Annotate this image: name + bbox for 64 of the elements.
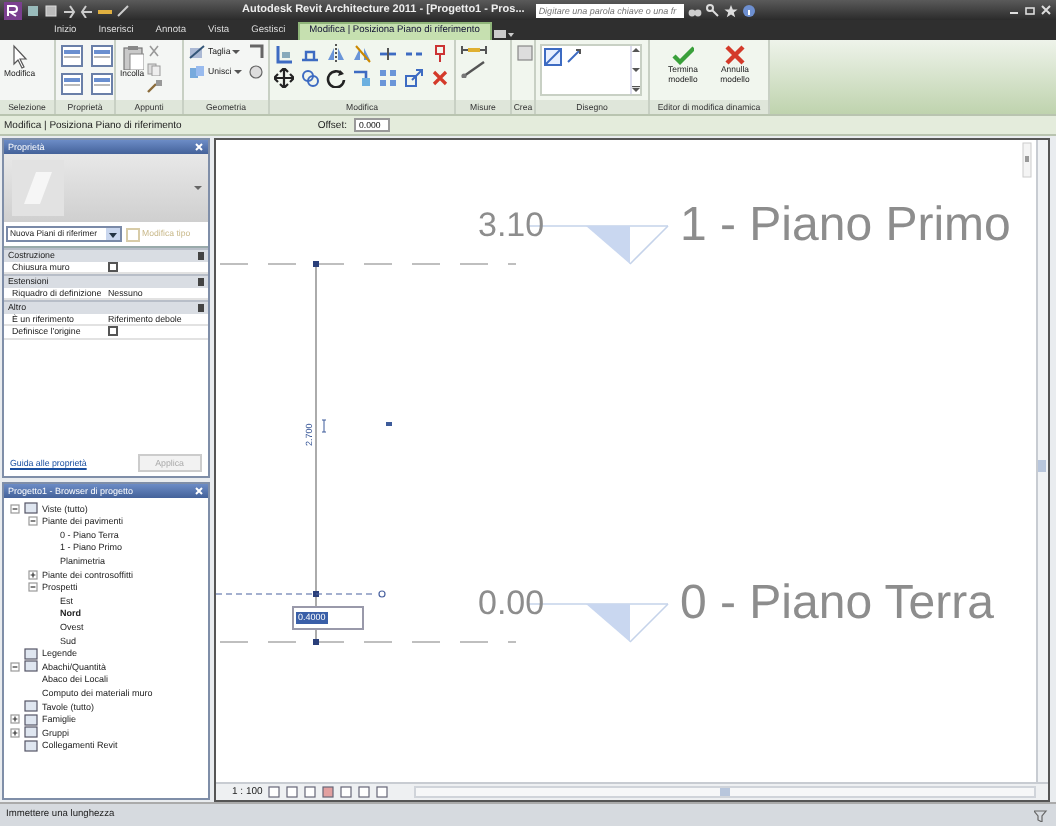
folder-icon <box>24 502 38 515</box>
brush-icon[interactable] <box>146 80 163 94</box>
cut-icon[interactable] <box>146 44 163 58</box>
navigation-bar-icon[interactable] <box>1022 142 1032 178</box>
caret-icon[interactable] <box>233 68 242 76</box>
help-icon[interactable] <box>742 3 757 17</box>
filter-icon[interactable] <box>1034 809 1050 821</box>
scroll-thumb[interactable] <box>1038 460 1046 472</box>
pick-lines-icon[interactable] <box>566 48 582 64</box>
scale-icon[interactable] <box>404 68 424 88</box>
expand-toggle[interactable] <box>28 569 38 580</box>
properties-icon[interactable] <box>60 44 84 68</box>
split-icon[interactable] <box>378 44 398 64</box>
pin-icon[interactable] <box>430 44 450 64</box>
properties-icon <box>126 227 140 241</box>
line-icon[interactable] <box>116 3 130 17</box>
dimension-icon[interactable] <box>460 44 488 56</box>
expand-toggle[interactable] <box>10 503 20 514</box>
expand-toggle[interactable] <box>10 714 20 725</box>
scroll-down-icon[interactable] <box>632 66 640 74</box>
more-icon[interactable] <box>632 86 640 94</box>
type-properties-icon[interactable] <box>90 44 114 68</box>
undo-icon[interactable] <box>80 3 94 17</box>
line-draw-icon[interactable] <box>544 48 562 66</box>
expand-toggle[interactable] <box>28 516 38 527</box>
save-icon[interactable] <box>44 3 58 17</box>
caret-icon[interactable] <box>232 48 241 56</box>
mirror-icon[interactable] <box>326 44 346 64</box>
clipboard-icon[interactable] <box>120 44 145 70</box>
delete-icon[interactable] <box>430 68 450 88</box>
move-icon[interactable] <box>274 68 294 88</box>
panel-toggle-icon[interactable] <box>493 28 514 40</box>
checkbox[interactable] <box>108 326 118 337</box>
drag-handle[interactable] <box>378 590 386 598</box>
checkbox[interactable] <box>108 261 118 272</box>
selection-icon[interactable] <box>60 72 84 96</box>
dropdown-icon[interactable] <box>106 228 120 240</box>
open-icon[interactable] <box>26 3 40 17</box>
scrollbar[interactable] <box>414 786 1036 798</box>
copy-icon[interactable] <box>300 68 320 88</box>
expand-toggle[interactable] <box>10 661 20 672</box>
cursor-icon[interactable] <box>7 44 32 70</box>
rotate-icon[interactable] <box>326 68 346 88</box>
scroll-icon[interactable] <box>194 184 202 192</box>
measure-icon[interactable] <box>460 60 488 78</box>
trim-icon[interactable] <box>352 68 372 88</box>
cut-geometry-icon[interactable] <box>188 44 206 60</box>
restore-icon[interactable] <box>1024 4 1036 16</box>
scroll-thumb[interactable] <box>720 788 731 796</box>
family-icon[interactable] <box>90 72 114 96</box>
expand-toggle[interactable] <box>28 582 38 593</box>
dimension-toggle[interactable] <box>321 419 327 433</box>
align-icon[interactable] <box>274 44 294 64</box>
cross-icon[interactable] <box>724 44 746 66</box>
check-icon[interactable] <box>672 44 694 66</box>
app-logo[interactable] <box>4 1 22 19</box>
expand-toggle[interactable] <box>10 727 20 738</box>
redo-icon[interactable] <box>62 3 76 17</box>
scroll-up-icon[interactable] <box>632 46 640 54</box>
star-icon[interactable] <box>724 3 739 17</box>
close-icon[interactable] <box>1040 4 1052 16</box>
reference-plane-line[interactable] <box>216 593 377 595</box>
wall-join-icon[interactable] <box>247 44 264 60</box>
scrollbar[interactable] <box>1036 140 1048 782</box>
